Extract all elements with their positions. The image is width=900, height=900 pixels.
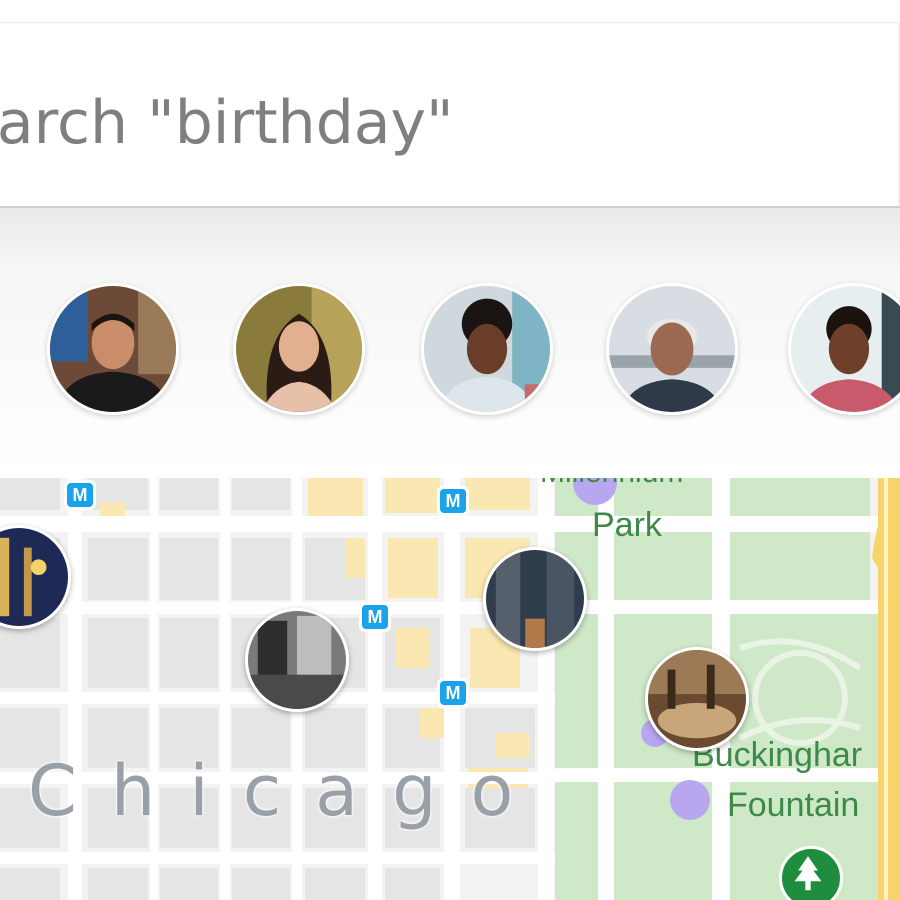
person-avatar-3[interactable] <box>421 283 553 415</box>
person-photo-icon <box>424 286 550 412</box>
photo-thumbnail-icon <box>486 550 584 648</box>
search-card <box>0 23 900 206</box>
metro-station-icon[interactable]: M <box>64 480 96 510</box>
metro-station-icon[interactable]: M <box>437 486 469 516</box>
people-strip <box>0 208 900 478</box>
photo-thumbnail-icon <box>0 528 68 626</box>
person-avatar-2[interactable] <box>233 283 365 415</box>
place-label-park: Park <box>592 506 662 544</box>
city-label: Chicago <box>28 750 548 832</box>
park-tree-icon[interactable] <box>779 846 843 900</box>
photo-pin[interactable] <box>483 547 587 651</box>
person-avatar-5[interactable] <box>788 283 900 415</box>
tree-icon <box>794 856 822 891</box>
person-avatar-4[interactable] <box>606 283 738 415</box>
person-avatar-1[interactable] <box>47 283 179 415</box>
person-photo-icon <box>50 286 176 412</box>
metro-label: M <box>440 489 466 513</box>
map[interactable]: M M M M Millennium Park Buckinghar Fount… <box>0 478 900 900</box>
photo-thumbnail-icon <box>648 650 746 748</box>
photo-thumbnail-icon <box>248 611 346 709</box>
place-label-fountain: Fountain <box>727 786 860 824</box>
person-photo-icon <box>236 286 362 412</box>
metro-label: M <box>362 605 388 629</box>
search-input[interactable] <box>0 83 840 163</box>
metro-label: M <box>67 483 93 507</box>
person-photo-icon <box>609 286 735 412</box>
metro-station-icon[interactable]: M <box>359 602 391 632</box>
person-photo-icon <box>791 286 900 412</box>
metro-station-icon[interactable]: M <box>437 678 469 708</box>
metro-label: M <box>440 681 466 705</box>
place-label-millennium: Millennium <box>540 478 683 490</box>
photo-pin[interactable] <box>645 647 749 751</box>
top-bar <box>0 0 900 23</box>
photo-pin[interactable] <box>245 608 349 712</box>
